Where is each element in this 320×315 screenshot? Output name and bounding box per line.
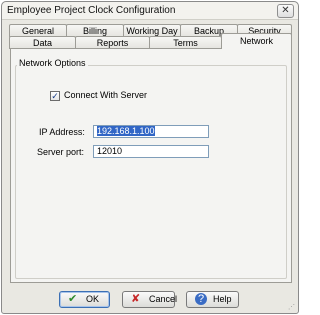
tab-network[interactable]: Network <box>221 33 292 49</box>
cancel-button[interactable]: ✘ Cancel <box>122 291 177 308</box>
window-title: Employee Project Clock Configuration <box>7 5 176 16</box>
close-icon: ✕ <box>281 5 290 16</box>
title-bar[interactable]: Employee Project Clock Configuration ✕ <box>2 2 298 20</box>
connect-with-server-checkbox[interactable]: ✓ <box>50 91 60 101</box>
config-dialog: Employee Project Clock Configuration ✕ G… <box>1 1 299 314</box>
server-port-label: Server port: <box>37 147 85 157</box>
check-mark-icon: ✓ <box>51 91 59 101</box>
server-port-input[interactable]: 12010 <box>93 145 209 158</box>
server-port-value: 12010 <box>97 146 123 156</box>
ip-address-label: IP Address: <box>39 127 85 137</box>
connect-with-server-label[interactable]: Connect With Server <box>64 90 147 100</box>
network-panel: Network Options ✓ Connect With Server IP… <box>10 48 292 283</box>
cancel-x-icon: ✘ <box>131 293 141 305</box>
checkmark-icon: ✔ <box>68 293 78 305</box>
help-icon: ? <box>195 293 207 305</box>
ip-address-value: 192.168.1.100 <box>97 126 155 136</box>
ip-address-input[interactable]: 192.168.1.100 <box>93 125 209 138</box>
resize-grip-icon[interactable]: ⋰ <box>288 303 296 311</box>
help-button[interactable]: ? Help <box>186 291 239 308</box>
ok-button[interactable]: ✔ OK <box>59 291 110 308</box>
group-title: Network Options <box>17 58 88 68</box>
close-button[interactable]: ✕ <box>277 4 294 18</box>
